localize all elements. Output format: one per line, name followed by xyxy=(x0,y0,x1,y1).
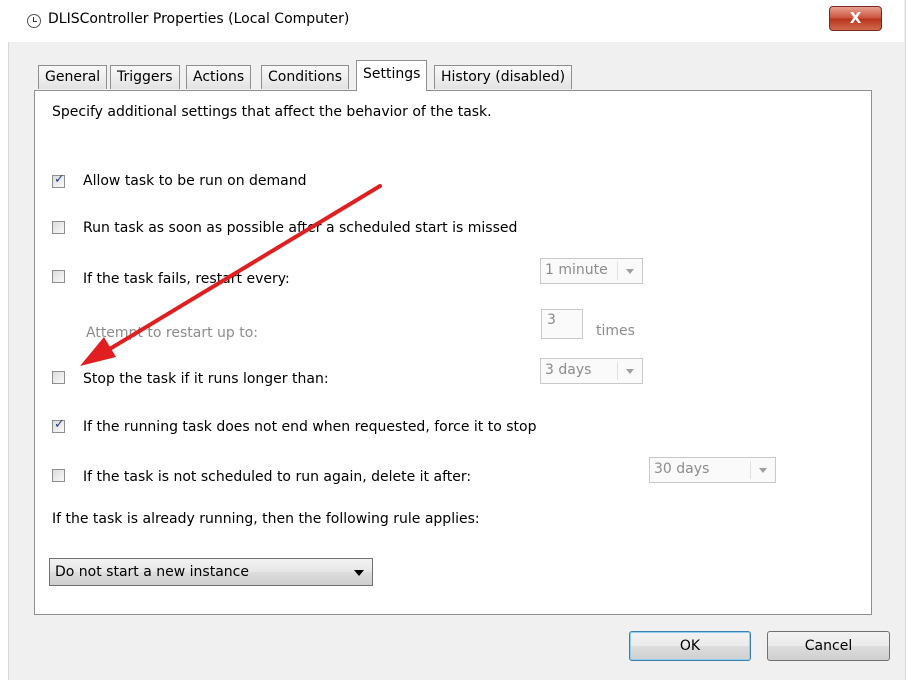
settings-panel xyxy=(34,90,872,615)
run-asap-label: Run task as soon as possible after a sch… xyxy=(83,220,518,236)
restart-count-unit: times xyxy=(596,323,635,339)
restart-on-fail-label: If the task fails, restart every: xyxy=(83,271,290,287)
restart-interval-combo[interactable]: 1 minute xyxy=(540,258,643,284)
tab-triggers[interactable]: Triggers xyxy=(110,65,180,89)
tab-actions[interactable]: Actions xyxy=(186,65,252,89)
close-button[interactable]: X xyxy=(829,6,882,31)
delete-after-label: If the task is not scheduled to run agai… xyxy=(83,469,472,485)
instance-rule-select[interactable]: Do not start a new instance xyxy=(49,558,373,586)
tab-settings[interactable]: Settings xyxy=(356,60,428,91)
delete-after-value: 30 days xyxy=(654,461,710,477)
clock-icon xyxy=(27,14,41,28)
tab-conditions[interactable]: Conditions xyxy=(261,65,350,89)
tab-history[interactable]: History (disabled) xyxy=(434,65,573,89)
cancel-button[interactable]: Cancel xyxy=(767,631,890,661)
restart-interval-value: 1 minute xyxy=(545,262,608,278)
tab-general[interactable]: General xyxy=(38,65,108,89)
attempt-restart-label: Attempt to restart up to: xyxy=(86,325,258,341)
window-title: DLISController Properties (Local Compute… xyxy=(48,11,350,27)
stop-if-longer-checkbox[interactable] xyxy=(52,371,65,384)
chevron-down-icon xyxy=(759,468,767,473)
allow-on-demand-checkbox[interactable] xyxy=(52,172,65,188)
ok-button[interactable]: OK xyxy=(629,631,751,661)
delete-after-checkbox[interactable] xyxy=(52,469,65,482)
stop-if-longer-label: Stop the task if it runs longer than: xyxy=(83,371,329,387)
stop-duration-value: 3 days xyxy=(545,362,592,378)
run-asap-checkbox[interactable] xyxy=(52,221,65,234)
force-stop-label: If the running task does not end when re… xyxy=(83,419,537,435)
restart-count-input[interactable]: 3 xyxy=(541,309,583,339)
chevron-down-icon xyxy=(354,570,364,576)
allow-on-demand-label: Allow task to be run on demand xyxy=(83,173,307,189)
instance-rule-value: Do not start a new instance xyxy=(55,564,249,580)
restart-on-fail-checkbox[interactable] xyxy=(52,270,65,283)
chevron-down-icon xyxy=(626,369,634,374)
force-stop-checkbox[interactable] xyxy=(52,417,65,433)
settings-description: Specify additional settings that affect … xyxy=(52,104,492,120)
stop-duration-combo[interactable]: 3 days xyxy=(540,358,643,384)
delete-after-combo[interactable]: 30 days xyxy=(649,457,776,483)
chevron-down-icon xyxy=(626,269,634,274)
rule-label: If the task is already running, then the… xyxy=(52,511,480,527)
